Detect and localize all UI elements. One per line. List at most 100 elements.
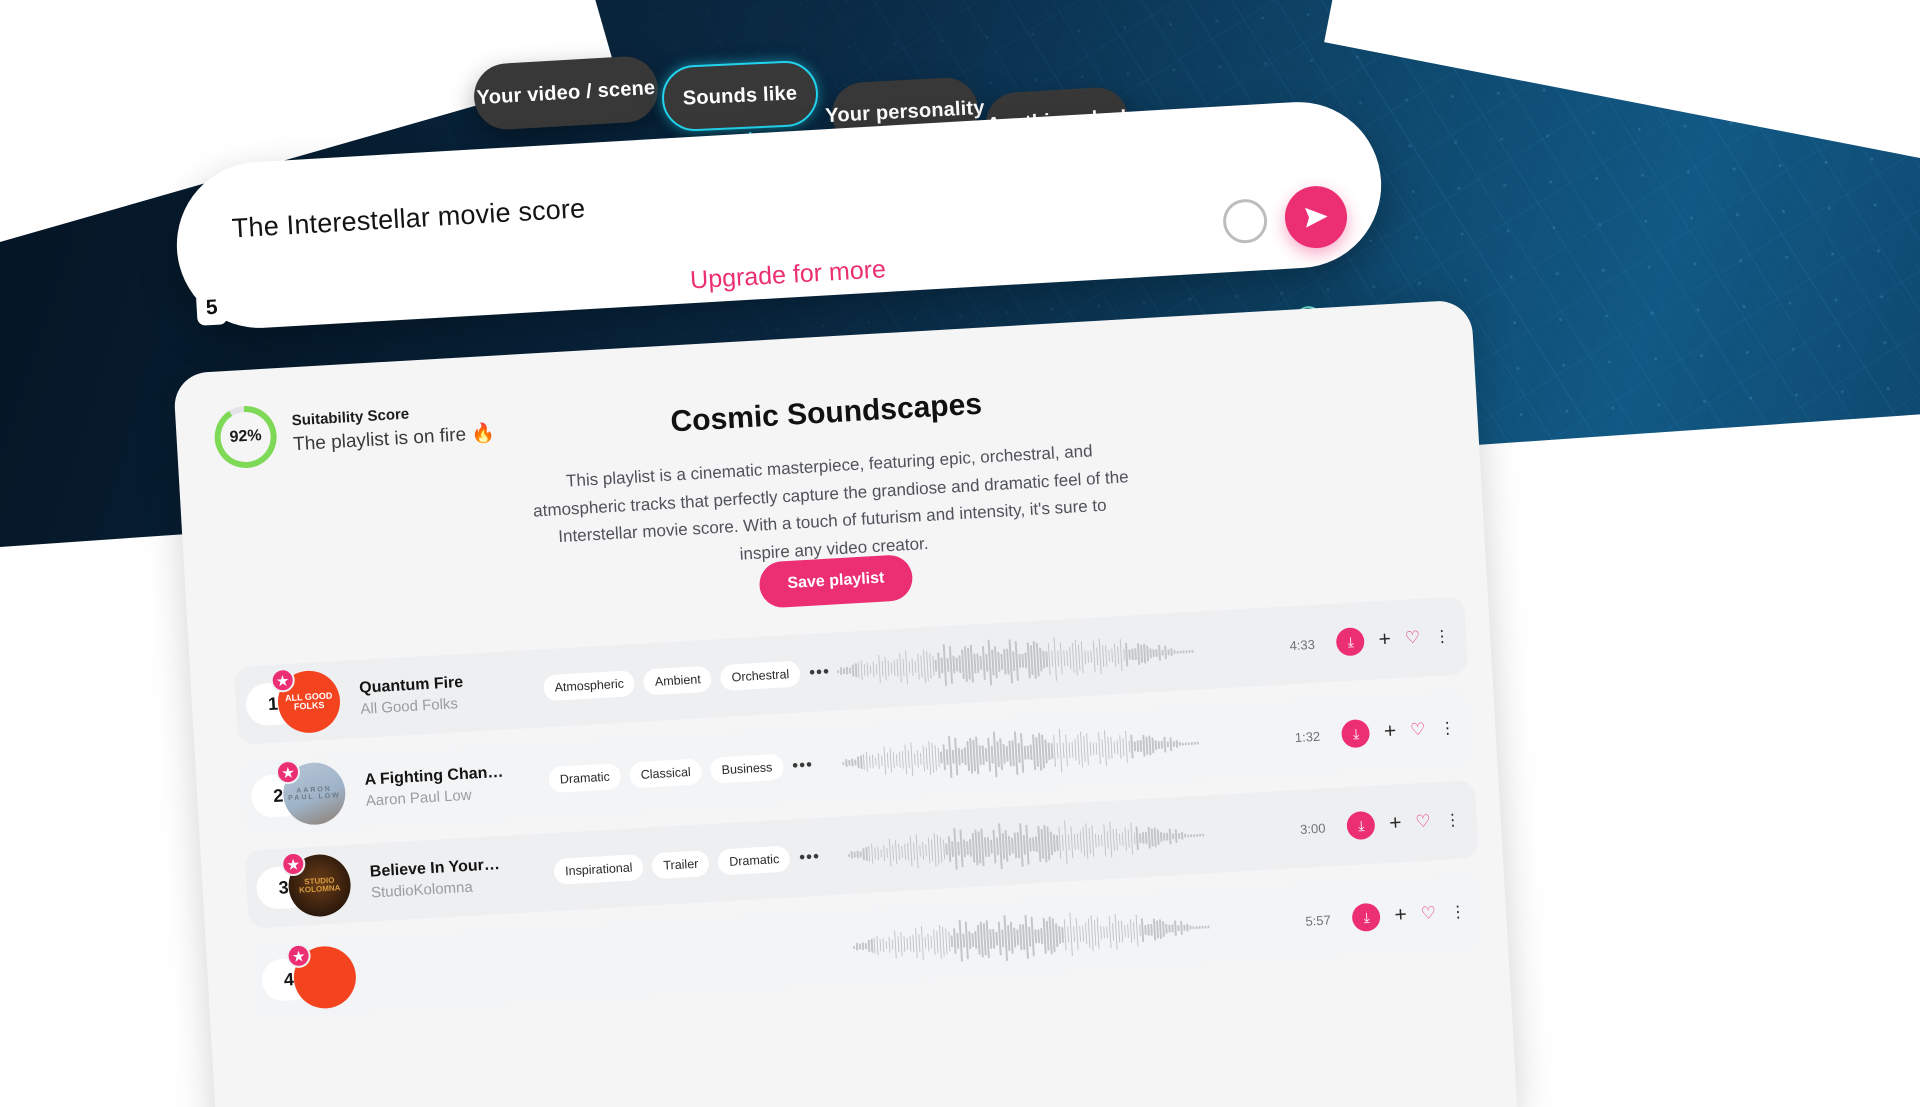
like-button[interactable]: ♡ xyxy=(1415,811,1431,832)
waveform-bar xyxy=(854,759,857,766)
download-button[interactable]: ⤓ xyxy=(1335,626,1366,657)
waveform-bar xyxy=(1098,638,1102,674)
waveform-bar xyxy=(1190,741,1193,745)
waveform-bar xyxy=(1172,832,1175,840)
tag-chip[interactable]: Trailer xyxy=(651,850,711,880)
waveform-bar xyxy=(1186,924,1189,932)
add-to-project-button[interactable]: + xyxy=(1394,903,1408,928)
download-button[interactable]: ⤓ xyxy=(1351,902,1382,933)
track-title xyxy=(376,964,526,973)
send-button[interactable] xyxy=(1283,184,1349,250)
waveform-bar xyxy=(971,932,975,948)
tab-label: Your video / scene xyxy=(476,76,656,109)
waveform-bar xyxy=(898,652,903,684)
circle-icon[interactable] xyxy=(1221,197,1269,245)
tag-chip[interactable]: Inspirational xyxy=(553,853,645,885)
waveform-bar xyxy=(1096,916,1100,949)
add-to-project-button[interactable]: + xyxy=(1378,627,1392,652)
waveform-bar xyxy=(904,650,909,684)
waveform-bar xyxy=(937,747,940,769)
waveform-bar xyxy=(901,750,905,770)
waveform-bar xyxy=(1181,832,1184,840)
waveform-bar xyxy=(902,658,905,677)
waveform-bar xyxy=(1058,926,1061,944)
album-art[interactable]: AARON PAUL LOW ★ xyxy=(275,759,348,827)
waveform[interactable] xyxy=(836,620,1261,698)
waveform-bar xyxy=(1085,732,1090,766)
waveform-bar xyxy=(1114,914,1118,950)
tag-chip[interactable]: Atmospheric xyxy=(542,670,636,702)
waveform-bar xyxy=(934,745,938,771)
more-tags-button[interactable]: ••• xyxy=(792,755,814,776)
track-menu-button[interactable]: ⋮ xyxy=(1449,902,1467,923)
track-menu-button[interactable]: ⋮ xyxy=(1444,810,1461,831)
waveform-bar xyxy=(1175,740,1178,748)
like-button[interactable]: ♡ xyxy=(1410,720,1426,741)
tag-chip[interactable]: Business xyxy=(709,753,785,784)
track-menu-button[interactable]: ⋮ xyxy=(1434,626,1451,647)
tag-chip[interactable]: Classical xyxy=(629,758,703,789)
waveform-bar xyxy=(874,757,878,766)
track-artist xyxy=(376,967,526,976)
waveform-bar xyxy=(1180,920,1183,936)
waveform-bar xyxy=(1170,648,1173,656)
waveform-bar xyxy=(1042,650,1045,669)
waveform-bar xyxy=(1016,929,1019,945)
waveform-bar xyxy=(1164,645,1167,660)
add-to-project-button[interactable]: + xyxy=(1389,811,1403,836)
tab-your-video-scene[interactable]: Your video / scene xyxy=(472,54,660,132)
waveform-bar xyxy=(865,846,868,862)
waveform-bar xyxy=(930,936,933,949)
tab-sounds-like[interactable]: Sounds like xyxy=(660,59,820,133)
waveform-bar xyxy=(914,660,917,673)
waveform-bar xyxy=(1103,824,1107,857)
tag-chip[interactable]: Dramatic xyxy=(717,845,791,876)
waveform-bar xyxy=(908,661,911,673)
more-tags-button[interactable]: ••• xyxy=(809,662,831,683)
waveform-bar xyxy=(1124,731,1128,763)
waveform-bar xyxy=(940,751,943,764)
album-art[interactable]: ★ xyxy=(285,943,358,1011)
waveform-bar xyxy=(1187,833,1190,837)
waveform-bar xyxy=(919,752,922,765)
waveform-bar xyxy=(1108,916,1112,948)
album-art[interactable]: ALL GOOD FOLKS ★ xyxy=(270,667,342,735)
waveform-bar xyxy=(945,843,948,856)
waveform-bar xyxy=(1064,733,1069,767)
like-button[interactable]: ♡ xyxy=(1420,903,1436,924)
waveform-bar xyxy=(1192,925,1195,929)
more-tags-button[interactable]: ••• xyxy=(799,847,821,868)
waveform-bar xyxy=(880,755,884,767)
save-playlist-button[interactable]: Save playlist xyxy=(758,553,914,609)
like-button[interactable]: ♡ xyxy=(1404,628,1420,649)
waveform[interactable] xyxy=(841,712,1266,790)
track-tags: Dramatic Classical Business ••• xyxy=(548,751,829,794)
waveform-bar xyxy=(932,929,936,956)
tag-chip[interactable]: Dramatic xyxy=(548,763,622,794)
waveform-bar xyxy=(1056,742,1059,759)
upgrade-link[interactable]: Upgrade for more xyxy=(689,255,886,295)
search-input[interactable]: The Interestellar movie score xyxy=(231,193,586,244)
waveform-bar xyxy=(842,761,845,765)
waveform-bar xyxy=(1118,832,1121,846)
tag-chip[interactable]: Orchestral xyxy=(719,660,801,692)
waveform-bar xyxy=(1136,826,1139,850)
download-button[interactable]: ⤓ xyxy=(1341,718,1371,749)
waveform[interactable] xyxy=(851,896,1276,974)
waveform-bar xyxy=(898,752,902,768)
waveform-bar xyxy=(1134,647,1138,661)
track-menu-button[interactable]: ⋮ xyxy=(1439,718,1456,739)
add-to-project-button[interactable]: + xyxy=(1383,719,1397,744)
download-button[interactable]: ⤓ xyxy=(1346,810,1377,841)
waveform-bar xyxy=(903,843,907,860)
waveform-bar xyxy=(890,662,893,675)
waveform-bar xyxy=(882,844,886,862)
album-art[interactable]: STUDIO KOLOMNA ★ xyxy=(280,851,353,919)
waveform-bar xyxy=(872,661,875,678)
waveform-bar xyxy=(1139,739,1143,753)
tag-chip[interactable]: Ambient xyxy=(643,665,713,696)
waveform[interactable] xyxy=(846,804,1271,882)
waveform-bar xyxy=(1059,642,1064,675)
waveform-bar xyxy=(876,935,879,956)
waveform-bar xyxy=(914,927,919,959)
